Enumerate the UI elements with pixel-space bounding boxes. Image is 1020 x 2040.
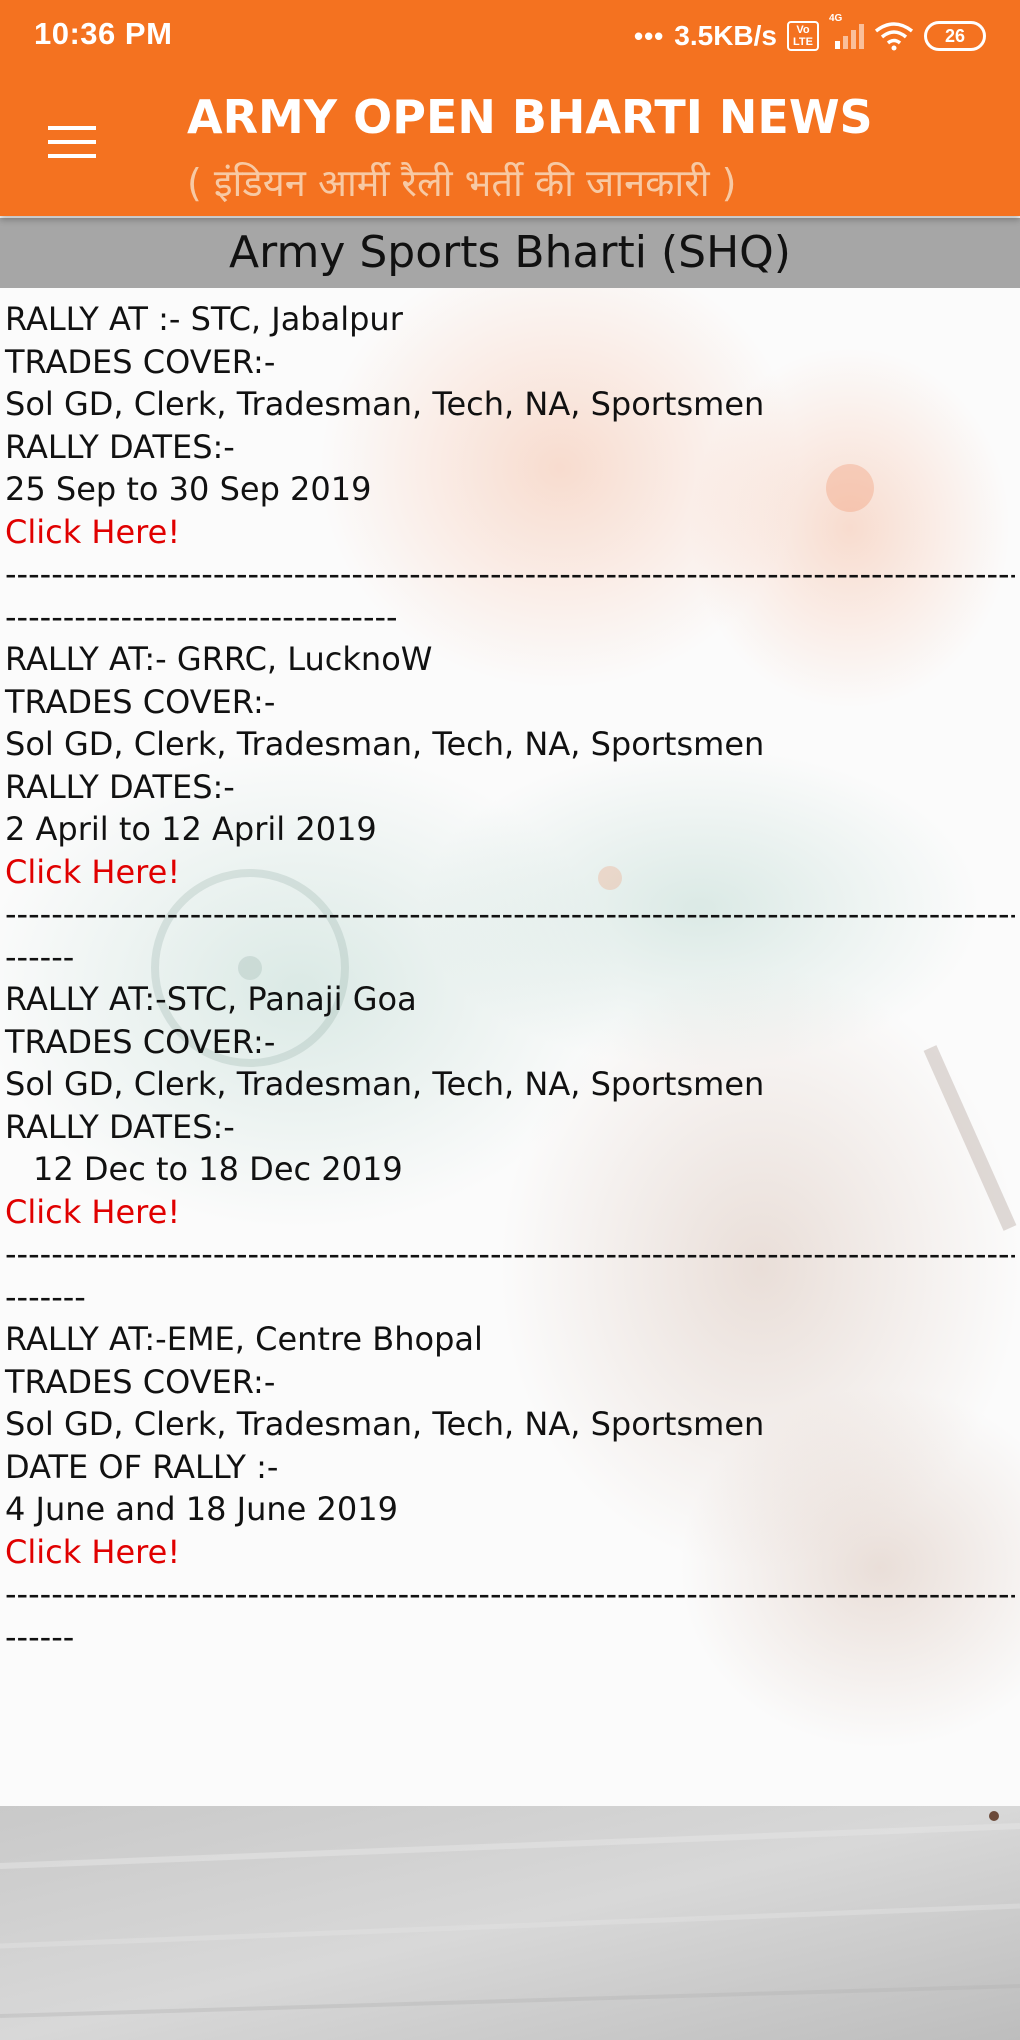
rally-dates: 4 June and 18 June 2019 (5, 1490, 398, 1528)
network-type: 4G (829, 13, 843, 24)
rally-text: RALLY AT :- STC, Jabalpur TRADES COVER:-… (0, 288, 1020, 1658)
volte-icon: Vo LTE (787, 21, 819, 51)
battery-level: 26 (944, 26, 966, 46)
separator: ------ (5, 937, 75, 976)
separator: ----------------------------------------… (5, 1575, 1015, 1613)
trades-label: TRADES COVER:- (5, 682, 276, 721)
rally-dates: 25 Sep to 30 Sep 2019 (5, 470, 372, 508)
bottom-background (0, 1806, 1020, 2040)
trades-list: Sol GD, Clerk, Tradesman, Tech, NA, Spor… (5, 1405, 765, 1443)
battery-icon: 26 (924, 21, 986, 51)
rally-list[interactable]: RALLY AT :- STC, Jabalpur TRADES COVER:-… (0, 288, 1020, 1806)
trades-list: Sol GD, Clerk, Tradesman, Tech, NA, Spor… (5, 385, 765, 423)
signal-bar (851, 30, 856, 49)
rally-location: RALLY AT:-EME, Centre Bhopal (5, 1320, 483, 1358)
floor-texture (0, 1806, 1020, 2040)
hamburger-menu-icon[interactable] (48, 126, 96, 162)
status-icons: ••• 3.5KB/s Vo LTE 4G 26 (633, 13, 986, 58)
separator: ---------------------------------- (5, 597, 398, 636)
click-here-link[interactable]: Click Here! (5, 1533, 180, 1571)
app-bar: 10:36 PM ••• 3.5KB/s Vo LTE 4G 26 ARMY O… (0, 0, 1020, 216)
rally-dates: 2 April to 12 April 2019 (5, 810, 377, 848)
signal-bar (843, 36, 848, 49)
trades-label: TRADES COVER:- (5, 342, 276, 381)
dates-label: RALLY DATES:- (5, 767, 235, 806)
separator: ----------------------------------------… (5, 1235, 1015, 1273)
notification-dots-icon: ••• (633, 20, 665, 51)
trades-label: TRADES COVER:- (5, 1022, 276, 1061)
rally-location: RALLY AT:-STC, Panaji Goa (5, 980, 417, 1018)
cell-signal-icon: 4G (829, 13, 864, 49)
dates-label: DATE OF RALLY :- (5, 1447, 279, 1486)
section-title: Army Sports Bharti (SHQ) (0, 218, 1020, 288)
dates-label: RALLY DATES:- (5, 1107, 235, 1146)
rally-location: RALLY AT :- STC, Jabalpur (5, 300, 403, 338)
click-here-link[interactable]: Click Here! (5, 853, 180, 891)
dates-label: RALLY DATES:- (5, 427, 235, 466)
separator: ----------------------------------------… (5, 895, 1015, 933)
rally-location: RALLY AT:- GRRC, LucknoW (5, 640, 433, 678)
status-bar: 10:36 PM ••• 3.5KB/s Vo LTE 4G 26 (0, 0, 1020, 72)
app-title: ARMY OPEN BHARTI NEWS (187, 90, 873, 144)
status-time: 10:36 PM (34, 16, 173, 51)
separator: ------ (5, 1617, 75, 1656)
network-speed: 3.5KB/s (674, 20, 777, 51)
app-subtitle: ( इंडियन आर्मी रैली भर्ती की जानकारी ) (187, 161, 737, 205)
separator: ------- (5, 1277, 86, 1316)
signal-bar (859, 24, 864, 49)
click-here-link[interactable]: Click Here! (5, 1193, 180, 1231)
separator: ----------------------------------------… (5, 555, 1015, 593)
trades-list: Sol GD, Clerk, Tradesman, Tech, NA, Spor… (5, 725, 765, 763)
rally-dates: 12 Dec to 18 Dec 2019 (33, 1150, 403, 1188)
click-here-link[interactable]: Click Here! (5, 513, 180, 551)
wifi-icon (874, 21, 914, 51)
signal-bar (835, 41, 840, 49)
trades-label: TRADES COVER:- (5, 1362, 276, 1401)
trades-list: Sol GD, Clerk, Tradesman, Tech, NA, Spor… (5, 1065, 765, 1103)
